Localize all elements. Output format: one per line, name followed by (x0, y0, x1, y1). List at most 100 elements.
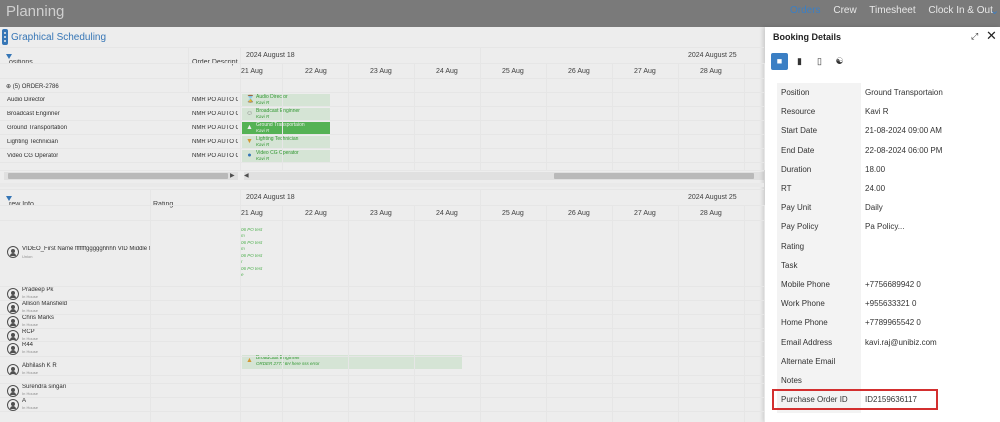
timeline-scrollbar[interactable]: ◀ (244, 172, 764, 180)
booking-sub: ORDER 2777 6H here sss error (256, 361, 320, 366)
thumbs-down-icon: ▼ (246, 138, 253, 145)
day-label: 22 Aug (305, 68, 327, 75)
grid-line (0, 92, 764, 93)
order-group-label: (5) ORDER-2786 (12, 84, 59, 90)
crew-name[interactable]: R44 (22, 342, 33, 348)
crew-name[interactable]: Abhilash K R (22, 363, 57, 369)
detail-label: Task (781, 260, 798, 270)
grid-line (240, 189, 241, 422)
description-cell: NMR PO AUTO CR (192, 139, 238, 145)
crew-name[interactable]: A (22, 398, 26, 404)
day-label: 26 Aug (568, 68, 590, 75)
grid-line (764, 205, 765, 422)
booking-bar[interactable]: ● Video CG Operator Kavi R (242, 150, 330, 162)
tab-mobile-icon[interactable]: ▯ (811, 53, 828, 70)
close-icon[interactable]: ✕ (986, 28, 997, 44)
nav-crew[interactable]: Crew (833, 5, 856, 16)
detail-row: Alternate Email (777, 352, 987, 371)
grid-line (480, 189, 481, 422)
position-row[interactable]: Lighting Technician (7, 139, 58, 145)
booking-bar[interactable]: ▼ Lighting Technician Kavi R (242, 136, 330, 148)
scroll-thumb[interactable] (8, 173, 228, 179)
position-row[interactable]: Video CG Operator (7, 153, 58, 159)
day-label: 25 Aug (502, 68, 524, 75)
booking-bar-selected[interactable]: ▲ Ground Transportaion Kavi R (242, 122, 330, 134)
detail-row: Work Phone +955633321 0 (777, 294, 987, 313)
day-label: 21 Aug (241, 210, 263, 217)
po-note: 06 PO test (241, 266, 263, 271)
crew-type: In House (22, 405, 39, 410)
day-label: 28 Aug (700, 68, 722, 75)
crew-name[interactable]: Allison Mansfield (22, 301, 67, 307)
detail-value: 24.00 (865, 184, 886, 193)
grid-line (150, 189, 151, 422)
detail-label: Mobile Phone (781, 280, 830, 289)
day-label: 22 Aug (305, 210, 327, 217)
grid-line (480, 47, 481, 170)
grid-line (348, 63, 349, 170)
crew-name[interactable]: Chris Marks (22, 315, 54, 321)
menu-dots-icon[interactable] (2, 29, 8, 45)
booking-bar[interactable]: ☺ Broadcast Enginner Kavi R (242, 108, 330, 120)
grid-line (414, 63, 415, 170)
app-title: Planning (6, 3, 65, 20)
detail-value: +7789965542 0 (865, 318, 921, 328)
detail-value: Daily (865, 203, 883, 213)
crew-type: In House (22, 322, 39, 327)
booking-person: Kavi R (256, 128, 270, 133)
expand-icon[interactable]: ⤢ (971, 31, 978, 42)
left-scrollbar[interactable]: ▶ (4, 172, 238, 180)
nav-clock-in-out[interactable]: Clock In & Out (928, 5, 992, 16)
arrow-left-icon[interactable]: ◀ (244, 172, 249, 179)
booking-person: Kavi R (256, 114, 270, 119)
nav-timesheet[interactable]: Timesheet (869, 5, 915, 16)
detail-row: Home Phone +7789965542 0 (777, 313, 987, 332)
po-note: 06 PO test (241, 253, 263, 258)
detail-row: Rating (777, 237, 987, 256)
hourglass-icon: ⌛ (246, 96, 255, 103)
tab-details-icon[interactable]: ■ (771, 53, 788, 70)
grid-line (0, 397, 764, 398)
purchase-order-highlight (772, 389, 938, 410)
grid-line (0, 220, 764, 221)
position-row[interactable]: Broadcast Enginner (7, 111, 60, 117)
crew-booking-bar[interactable]: ▲ Broadcast Enginner ORDER 2777 6H here … (242, 355, 462, 369)
arrow-right-icon[interactable]: ▶ (230, 172, 235, 179)
grid-line (0, 286, 764, 287)
scroll-thumb[interactable] (554, 173, 754, 179)
chevron-down-icon[interactable]: ⌄ (990, 4, 999, 17)
crew-name[interactable]: Pradeep Pk (22, 287, 53, 293)
tab-chat-icon[interactable]: ▮ (791, 53, 808, 70)
top-nav: Orders Crew Timesheet Clock In & Out ⌄ (790, 4, 1000, 17)
crew-type: In House (22, 349, 39, 354)
grid-line (0, 383, 764, 384)
nav-orders[interactable]: Orders (790, 5, 821, 16)
crew-name[interactable]: Surendra singari (22, 384, 66, 390)
thumbs-up-icon: ▲ (246, 124, 253, 131)
day-label: 25 Aug (502, 210, 524, 217)
booking-bar[interactable]: ⌛ Audio Director Kavi R (242, 94, 330, 106)
grid-line (188, 47, 189, 92)
booking-person: Kavi R (256, 142, 270, 147)
detail-label: Pay Unit (781, 203, 812, 213)
tab-cart-icon[interactable]: ☯ (831, 53, 848, 70)
description-cell: NMR PO AUTO CR (192, 111, 238, 117)
detail-label: Home Phone (781, 318, 828, 328)
grid-line (0, 47, 764, 48)
order-group-row[interactable]: ⊕ (5) ORDER-2786 (6, 83, 59, 90)
details-table: Position Ground Transportaion Resource Kavi… (777, 83, 987, 413)
day-label: 24 Aug (436, 210, 458, 217)
grid-line (0, 189, 764, 190)
grid-line (0, 205, 764, 206)
day-label: 28 Aug (700, 210, 722, 217)
grid-separator (0, 183, 764, 187)
grid-line (0, 314, 764, 315)
crew-type: Union (22, 254, 33, 259)
detail-row: Email Address kavi.raj@unibiz.com (777, 333, 987, 352)
position-row[interactable]: Audio Director (7, 97, 45, 103)
grid-line (546, 63, 547, 170)
grid-line (0, 341, 764, 342)
crew-name[interactable]: VIDEO_First Name fffffffggggghhhh VID Mi… (22, 246, 150, 252)
crew-name[interactable]: RCP (22, 329, 35, 335)
position-row[interactable]: Ground Transportation (7, 125, 67, 131)
